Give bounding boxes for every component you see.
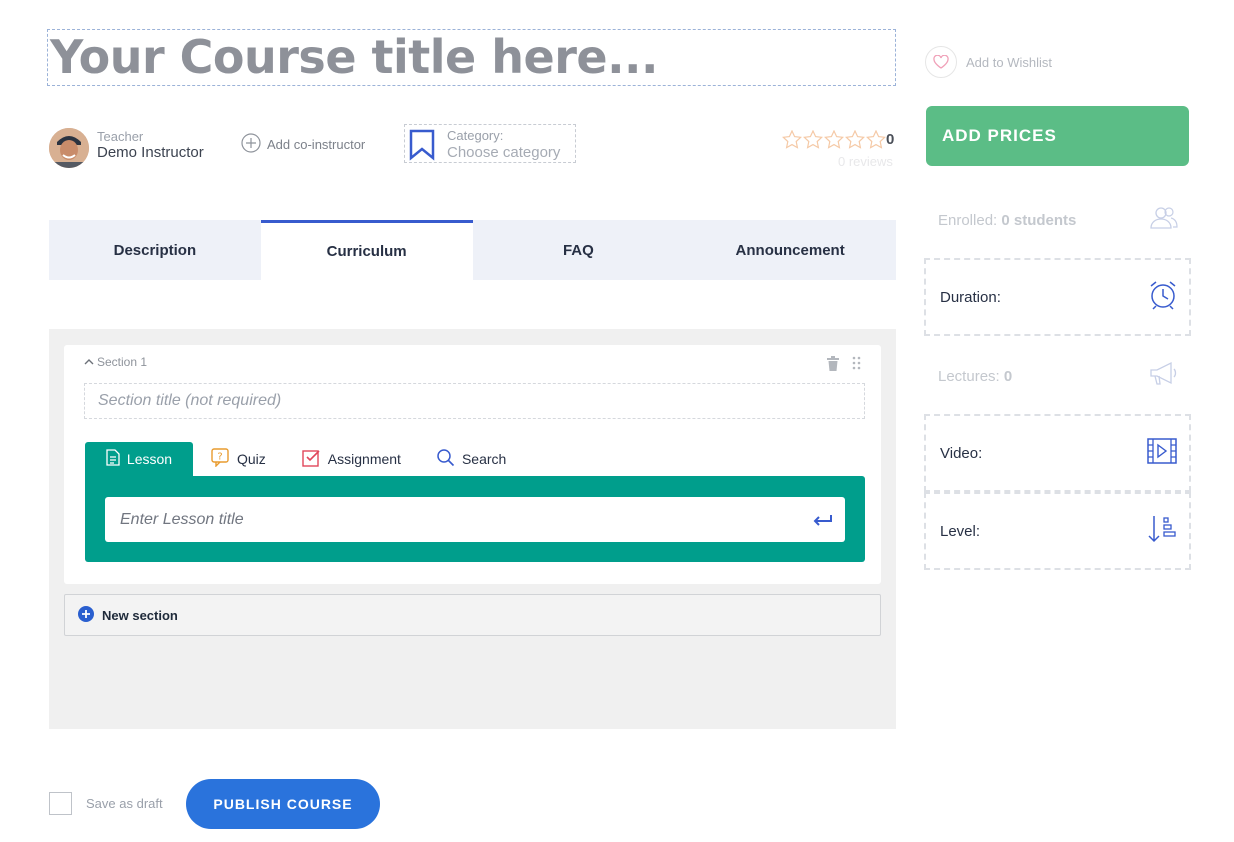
section-title-input[interactable]: Section title (not required): [84, 383, 865, 419]
enrolled-label: Enrolled:: [938, 211, 998, 229]
video-row[interactable]: Video:: [924, 414, 1191, 492]
tab-curriculum[interactable]: Curriculum: [260, 220, 473, 280]
megaphone-icon: [1149, 361, 1179, 391]
category-placeholder: Choose category: [447, 144, 561, 161]
lesson-title-input[interactable]: Enter Lesson title: [105, 497, 845, 542]
tab-announcement[interactable]: Announcement: [684, 220, 896, 280]
lectures-value: 0: [1003, 367, 1013, 385]
save-draft-label: Save as draft: [86, 796, 163, 811]
enrolled-row: Enrolled: 0 students: [924, 181, 1191, 259]
tab-description[interactable]: Description: [49, 220, 261, 280]
tab-lesson-label: Lesson: [126, 451, 173, 467]
category-select[interactable]: Category: Choose category: [404, 124, 576, 163]
tab-search[interactable]: Search: [419, 442, 524, 476]
document-icon: [106, 449, 120, 469]
new-section-label: New section: [102, 607, 178, 623]
tab-quiz[interactable]: ? Quiz: [193, 442, 284, 476]
plus-circle-icon: [78, 605, 94, 625]
category-label: Category:: [447, 128, 504, 143]
tab-assignment[interactable]: Assignment: [284, 442, 419, 476]
search-icon: [437, 448, 455, 470]
quiz-icon: ?: [211, 448, 230, 470]
add-to-wishlist-button[interactable]: Add to Wishlist: [925, 46, 1052, 78]
tab-lesson[interactable]: Lesson: [85, 442, 193, 476]
add-coinstructor-button[interactable]: Add co-instructor: [241, 132, 366, 156]
plus-circle-icon: [241, 132, 261, 156]
level-row[interactable]: Level:: [924, 492, 1191, 570]
teacher-name: Demo Instructor: [97, 144, 204, 161]
reviews-count: 0 reviews: [838, 154, 893, 169]
section-toggle[interactable]: Section 1: [84, 355, 147, 369]
rating-value: 0: [886, 131, 895, 148]
checkbox-icon: [302, 449, 321, 470]
lectures-row: Lectures: 0: [924, 337, 1191, 415]
alarm-clock-icon: [1149, 280, 1177, 314]
bookmark-icon: [409, 129, 435, 166]
course-title-input[interactable]: Your Course title here...: [47, 29, 896, 86]
publish-course-button[interactable]: PUBLISH COURSE: [186, 779, 380, 829]
heart-icon: [925, 46, 957, 78]
new-section-button[interactable]: New section: [64, 594, 881, 636]
course-tabs: Description Curriculum FAQ Announcement: [49, 220, 896, 280]
star-rating: [781, 129, 887, 154]
add-prices-button[interactable]: ADD PRICES: [926, 106, 1189, 166]
add-coinstructor-label: Add co-instructor: [267, 136, 366, 152]
lesson-type-tabs: Lesson ? Quiz Assignment Search: [85, 442, 524, 476]
film-icon: [1147, 438, 1177, 468]
section-label: Section 1: [97, 355, 148, 369]
trash-icon[interactable]: [826, 356, 840, 376]
drag-handle-icon[interactable]: [852, 356, 862, 376]
enter-icon[interactable]: [812, 512, 834, 533]
star-icon: [823, 129, 845, 154]
duration-label: Duration:: [940, 288, 1001, 306]
sort-level-icon: [1147, 514, 1177, 548]
chevron-up-icon: [84, 355, 94, 369]
tab-quiz-label: Quiz: [237, 451, 266, 467]
star-icon: [844, 129, 866, 154]
star-icon: [865, 129, 887, 154]
lectures-label: Lectures:: [938, 367, 1000, 385]
duration-row[interactable]: Duration:: [924, 258, 1191, 336]
teacher-role: Teacher: [97, 129, 144, 144]
tab-faq[interactable]: FAQ: [473, 220, 685, 280]
wishlist-label: Add to Wishlist: [966, 54, 1052, 70]
users-icon: [1149, 206, 1179, 234]
enrolled-value: 0 students: [1001, 211, 1077, 229]
teacher-avatar: [49, 128, 89, 168]
save-draft-checkbox[interactable]: [49, 792, 72, 815]
tab-assignment-label: Assignment: [327, 451, 401, 467]
level-label: Level:: [940, 522, 981, 540]
svg-text:?: ?: [217, 452, 222, 463]
video-label: Video:: [940, 444, 983, 462]
tab-search-label: Search: [461, 451, 507, 467]
star-icon: [802, 129, 824, 154]
star-icon: [781, 129, 803, 154]
